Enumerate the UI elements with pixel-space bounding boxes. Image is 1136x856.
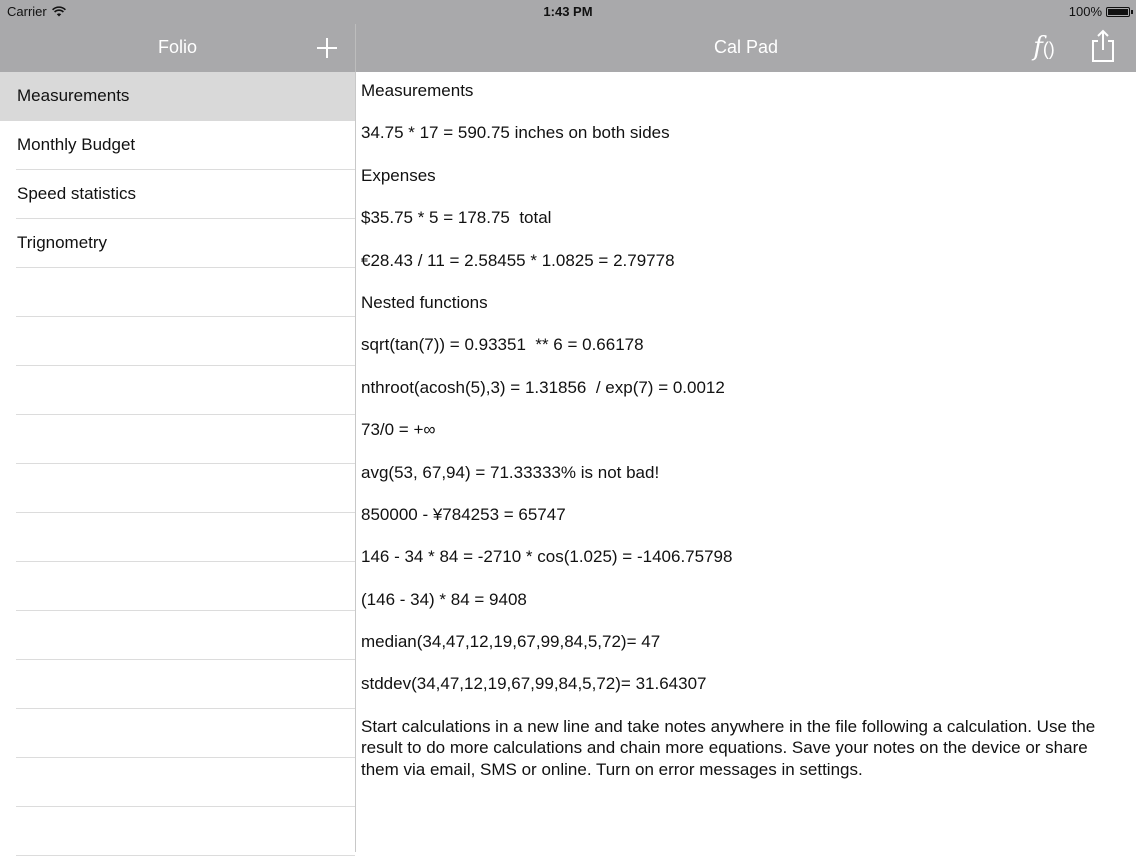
plus-icon <box>313 34 341 62</box>
empty-list-row <box>0 611 355 660</box>
empty-list-row <box>0 660 355 709</box>
list-item-trignometry[interactable]: Trignometry <box>0 219 355 268</box>
document-line: $35.75 * 5 = 178.75 total <box>361 208 552 228</box>
document-line: Expenses <box>361 165 436 185</box>
list-item-monthly-budget[interactable]: Monthly Budget <box>0 121 355 170</box>
battery-icon <box>1106 6 1133 17</box>
main-header: Cal Pad f() <box>356 24 1136 72</box>
share-button[interactable] <box>1090 29 1116 63</box>
sidebar-header: Folio <box>0 24 355 72</box>
empty-list-row <box>0 807 355 856</box>
list-item-measurements[interactable]: Measurements <box>0 72 355 121</box>
function-button[interactable]: f() <box>1026 31 1062 63</box>
status-battery: 100% <box>1068 4 1133 19</box>
document-line: sqrt(tan(7)) = 0.93351 ** 6 = 0.66178 <box>361 335 644 355</box>
document-line: €28.43 / 11 = 2.58455 * 1.0825 = 2.79778 <box>361 250 675 270</box>
empty-list-row <box>0 513 355 562</box>
list-item-label: Monthly Budget <box>17 135 136 154</box>
list-item-label: Trignometry <box>17 233 108 252</box>
empty-list-rows <box>0 268 355 856</box>
document-line: 73/0 = +∞ <box>361 420 436 440</box>
list-item-speed-statistics[interactable]: Speed statistics <box>0 170 355 219</box>
top-bar: Carrier 1:43 PM 100% Folio Cal Pad f() <box>0 0 1136 72</box>
battery-percent: 100% <box>1068 4 1102 19</box>
empty-list-row <box>0 317 355 366</box>
function-icon: f <box>1033 32 1043 62</box>
document-line: 34.75 * 17 = 590.75 inches on both sides <box>361 123 670 143</box>
list-item-label: Speed statistics <box>17 184 137 203</box>
main-title: Cal Pad <box>713 37 779 57</box>
empty-list-row <box>0 366 355 415</box>
share-icon <box>1090 29 1116 63</box>
document-line: stddev(34,47,12,19,67,99,84,5,72)= 31.64… <box>361 674 707 694</box>
document-editor[interactable]: Measurements 34.75 * 17 = 590.75 inches … <box>361 80 1126 780</box>
empty-list-row <box>0 709 355 758</box>
document-line: 146 - 34 * 84 = -2710 * cos(1.025) = -14… <box>361 547 733 567</box>
empty-list-row <box>0 464 355 513</box>
document-paragraph: Start calculations in a new line and tak… <box>361 716 1096 779</box>
document-line: Nested functions <box>361 292 488 312</box>
document-line: Measurements <box>361 81 474 100</box>
function-parens: () <box>1042 39 1055 59</box>
empty-list-row <box>0 268 355 317</box>
add-document-button[interactable] <box>313 34 341 62</box>
status-time: 1:43 PM <box>543 4 593 19</box>
status-bar: Carrier 1:43 PM 100% <box>0 0 1136 24</box>
document-line: 850000 - ¥784253 = 65747 <box>361 504 566 524</box>
list-item-label: Measurements <box>17 86 130 105</box>
document-line: (146 - 34) * 84 = 9408 <box>361 589 527 609</box>
empty-list-row <box>0 562 355 611</box>
document-line: median(34,47,12,19,67,99,84,5,72)= 47 <box>361 632 661 652</box>
document-list: Measurements Monthly Budget Speed statis… <box>0 72 355 856</box>
empty-list-row <box>0 758 355 807</box>
document-line: avg(53, 67,94) = 71.33333% is not bad! <box>361 462 660 482</box>
split-divider <box>355 72 356 852</box>
sidebar-title: Folio <box>157 37 197 57</box>
empty-list-row <box>0 415 355 464</box>
document-line: nthroot(acosh(5),3) = 1.31856 / exp(7) =… <box>361 377 725 397</box>
